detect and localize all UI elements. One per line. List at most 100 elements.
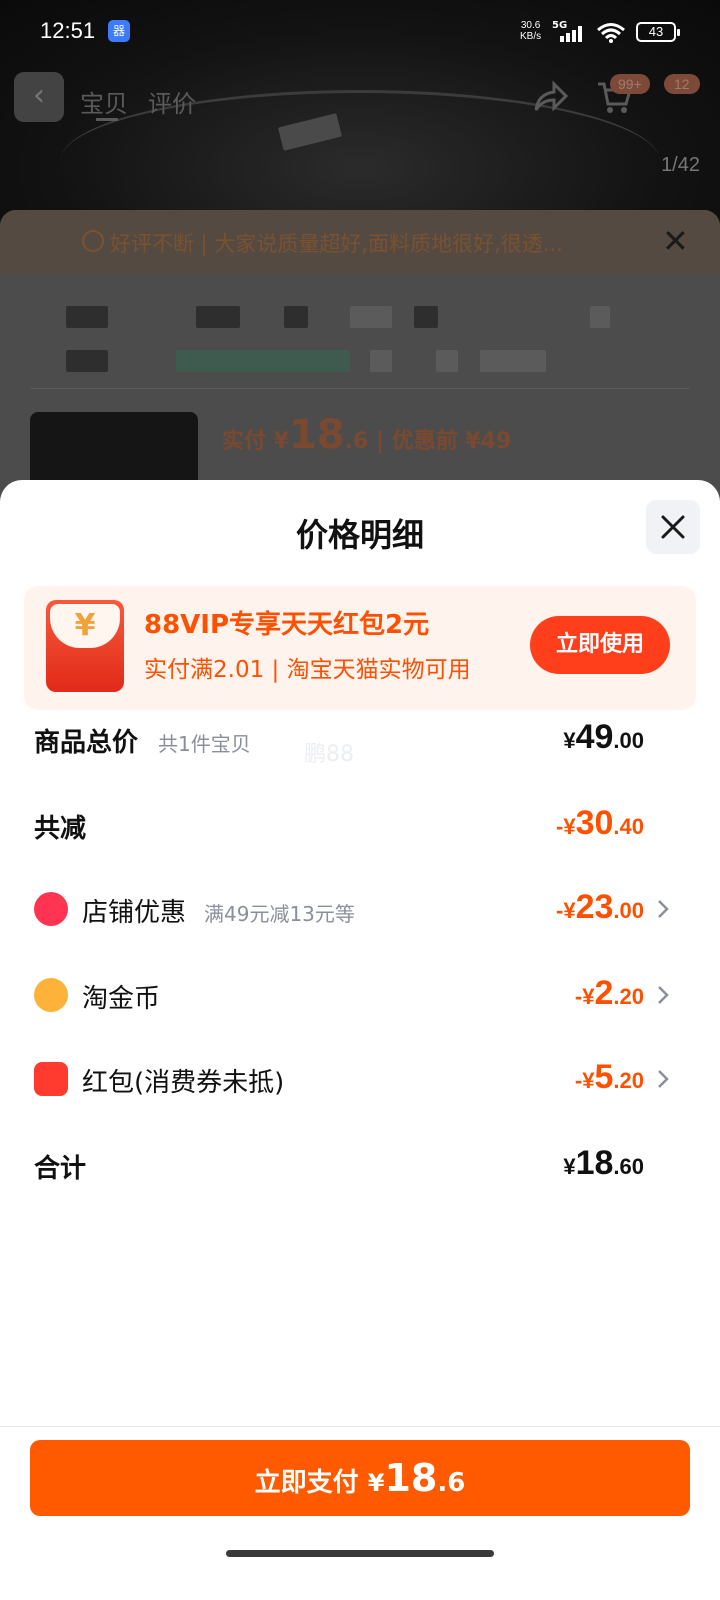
sheet-title: 价格明细 [295, 516, 424, 554]
promo-title: 88VIP专享天天红包2元 [144, 610, 430, 640]
amount-dec: .20 [613, 1068, 644, 1093]
share-icon[interactable] [532, 80, 568, 114]
row-sub-label: 满49元减13元等 [204, 902, 355, 926]
currency: -¥ [574, 1068, 595, 1093]
amount-dec: .6 [437, 1468, 466, 1498]
paid-price-summary: 实付 ¥18.6 | 优惠前 ¥49 [222, 412, 511, 458]
row-amount: -¥23.00 [556, 888, 644, 927]
red-packet-row[interactable]: 红包(消费券未抵) -¥5.20 [34, 1054, 684, 1104]
divider [0, 1426, 720, 1427]
divider [30, 388, 690, 389]
promo-subtitle: 实付满2.01 | 淘宝天猫实物可用 [144, 657, 471, 683]
coin-icon [34, 978, 68, 1012]
row-label: 店铺优惠 [82, 898, 187, 928]
row-amount: -¥2.20 [575, 974, 644, 1013]
network-speed-unit: KB/s [520, 31, 542, 42]
blurred-text [480, 350, 546, 372]
row-amount: ¥49.00 [563, 718, 644, 757]
tab-reviews[interactable]: 评价 [148, 84, 196, 119]
blurred-text [284, 306, 308, 328]
chevron-right-icon [658, 1070, 669, 1088]
currency: -¥ [556, 898, 576, 923]
notification-app-icon: 器 [108, 20, 130, 42]
currency: -¥ [556, 814, 576, 839]
back-button[interactable]: ‹ [14, 72, 64, 122]
amount-int: 2 [594, 974, 614, 1012]
price-detail-sheet: 价格明细 ¥ 88VIP专享天天红包2元 实付满2.01 | 淘宝天猫实物可用 … [0, 480, 720, 1600]
paid-dec: .6 [344, 429, 369, 454]
paid-int: 18 [289, 412, 345, 458]
row-amount: -¥30.40 [556, 804, 644, 843]
goods-total-row: 商品总价 共1件宝贝 ¥49.00 [34, 714, 684, 764]
blurred-text [66, 306, 108, 328]
total-discount-row: 共减 -¥30.40 [34, 800, 684, 850]
blurred-text [590, 306, 610, 328]
row-label: 共减 [34, 814, 87, 844]
background-order-sheet: 好评不断 | 大家说质量超好,面料质地很好,很透... ✕ 实付 ¥18.6 |… [0, 210, 720, 522]
blurred-text [370, 350, 392, 372]
currency: ¥ [367, 1469, 385, 1497]
review-banner-text: 好评不断 | 大家说质量超好,面料质地很好,很透... [110, 232, 563, 256]
blurred-text [414, 306, 438, 328]
blurred-text [350, 306, 392, 328]
shop-icon [34, 892, 68, 926]
wifi-icon [597, 23, 625, 43]
currency: ¥ [563, 1154, 576, 1179]
image-counter: 1/42 [661, 154, 700, 176]
taojinbi-row[interactable]: 淘金币 -¥2.20 [34, 970, 684, 1020]
product-nav-bar: ‹ 宝贝 评价 99+ 12 [0, 60, 720, 150]
currency: ¥ [563, 728, 576, 753]
close-button[interactable] [646, 500, 700, 554]
chevron-right-icon [658, 986, 669, 1004]
amount-int: 5 [594, 1058, 614, 1096]
chat-bubble-icon [82, 230, 104, 252]
tab-item[interactable]: 宝贝 [80, 84, 128, 119]
network-speed: 30.6 KB/s [520, 20, 541, 42]
currency: -¥ [574, 984, 595, 1009]
blurred-text [436, 350, 458, 372]
row-label: 淘金币 [82, 984, 161, 1014]
close-icon[interactable]: ✕ [662, 222, 689, 260]
shop-discount-row[interactable]: 店铺优惠 满49元减13元等 -¥23.00 [34, 884, 684, 934]
home-indicator[interactable] [226, 1550, 494, 1557]
cart-count-badge: 99+ [610, 74, 650, 94]
pay-button-label: 立即支付 [254, 1468, 359, 1498]
battery-icon: 43 [636, 22, 680, 42]
amount-int: 49 [575, 718, 614, 756]
review-banner: 好评不断 | 大家说质量超好,面料质地很好,很透... ✕ [0, 210, 720, 274]
status-time: 12:51 [40, 18, 96, 43]
blurred-text [66, 350, 108, 372]
grand-total-row: 合计 ¥18.60 [34, 1140, 684, 1190]
blurred-text [196, 306, 240, 328]
amount-int: 23 [575, 888, 614, 926]
pay-now-button[interactable]: 立即支付 ¥18.6 [30, 1440, 690, 1516]
chevron-right-icon [658, 900, 669, 918]
amount-dec: .20 [613, 984, 644, 1009]
close-icon [661, 515, 685, 539]
amount-int: 18 [575, 1144, 614, 1182]
paid-label: 实付 [222, 429, 267, 454]
amount-dec: .40 [613, 814, 644, 839]
signal-icon [560, 26, 582, 42]
row-amount: ¥18.60 [563, 1144, 644, 1183]
tab-underline [96, 118, 118, 121]
amount-int: 18 [384, 1456, 438, 1500]
use-now-button[interactable]: 立即使用 [530, 616, 670, 674]
row-amount: -¥5.20 [575, 1058, 644, 1097]
red-envelope-icon: ¥ [46, 600, 124, 692]
red-packet-icon [34, 1062, 68, 1096]
network-speed-value: 30.6 [520, 20, 541, 31]
amount-dec: .00 [613, 728, 644, 753]
amount-dec: .60 [613, 1154, 644, 1179]
blurred-text [176, 350, 350, 372]
yen-icon: ¥ [50, 604, 120, 648]
amount-int: 30 [575, 804, 614, 842]
row-label: 红包(消费券未抵) [82, 1068, 285, 1098]
status-bar: 12:51 器 30.6 KB/s 5G 43 [0, 0, 720, 60]
row-label: 合计 [34, 1154, 87, 1184]
vip-red-packet-promo: ¥ 88VIP专享天天红包2元 实付满2.01 | 淘宝天猫实物可用 立即使用 [24, 586, 696, 710]
row-sub-label: 共1件宝贝 [158, 732, 251, 756]
paid-currency: ¥ [273, 429, 289, 454]
row-label: 商品总价 [34, 728, 139, 758]
amount-dec: .00 [613, 898, 644, 923]
